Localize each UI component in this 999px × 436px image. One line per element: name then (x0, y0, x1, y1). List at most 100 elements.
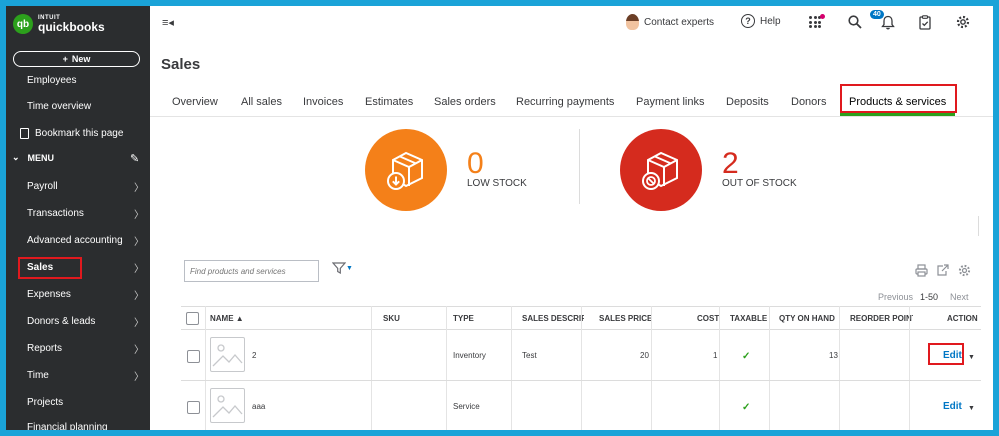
bookmark-icon (20, 127, 29, 139)
product-type: Service (453, 402, 480, 411)
action-dropdown-caret[interactable]: ▼ (968, 354, 975, 361)
column-header-reorder-point[interactable]: REORDER POINT (850, 307, 913, 330)
plus-icon: + (62, 54, 68, 64)
column-header-cost[interactable]: COST (697, 307, 719, 330)
action-dropdown-caret[interactable]: ▼ (968, 405, 975, 412)
tab-all-sales[interactable]: All sales (241, 96, 282, 108)
product-image-placeholder-icon (210, 337, 245, 372)
stock-divider (579, 129, 580, 204)
edit-link[interactable]: Edit (943, 401, 962, 412)
tab-payment-links[interactable]: Payment links (636, 96, 704, 108)
row-checkbox[interactable] (187, 401, 200, 414)
help-icon: ? (741, 14, 755, 28)
row-checkbox[interactable] (187, 350, 200, 363)
qb-logo-icon: qb (13, 14, 33, 34)
out-of-stock-label: OUT OF STOCK (722, 178, 797, 189)
gear-icon[interactable] (956, 15, 970, 32)
tab-invoices[interactable]: Invoices (303, 96, 343, 108)
tab-overview[interactable]: Overview (172, 96, 218, 108)
product-cost: 1 (713, 351, 718, 360)
sidebar-item-projects[interactable]: Projects (27, 393, 63, 411)
print-icon[interactable] (915, 264, 928, 280)
collapse-menu-icon[interactable]: ≡◂ (162, 16, 174, 29)
table-row[interactable]: 2 Inventory Test 20 1 ✓ 13 Edit ▼ (181, 330, 981, 381)
sidebar-item-bookmark[interactable]: Bookmark this page (20, 124, 123, 142)
tab-recurring-payments[interactable]: Recurring payments (516, 96, 614, 108)
sidebar-item-financial-planning[interactable]: Financial planning (27, 418, 108, 431)
sidebar-item-advanced-accounting[interactable]: Advanced accounting (27, 231, 123, 249)
column-header-sales-description[interactable]: SALES DESCRIPTION (522, 307, 584, 330)
low-stock-label: LOW STOCK (467, 178, 527, 189)
active-tab-indicator (840, 113, 955, 116)
sidebar-item-expenses[interactable]: Expenses (27, 285, 71, 303)
sidebar-item-time[interactable]: Time (27, 366, 49, 384)
column-header-sku[interactable]: SKU (383, 307, 400, 330)
box-blocked-icon (642, 151, 678, 190)
pager-previous[interactable]: Previous (878, 292, 913, 302)
column-header-qty-on-hand[interactable]: QTY ON HAND (779, 307, 835, 330)
out-of-stock-button[interactable] (620, 129, 702, 211)
chevron-down-icon: ⌄ (12, 152, 20, 162)
low-stock-count: 0 (467, 147, 484, 180)
sidebar-item-transactions[interactable]: Transactions (27, 204, 84, 222)
apps-notification-dot (820, 14, 825, 19)
contact-experts-button[interactable]: Contact experts (626, 14, 714, 30)
tab-sales-orders[interactable]: Sales orders (434, 96, 496, 108)
new-button[interactable]: + New (13, 51, 140, 67)
sidebar-item-donors-leads[interactable]: Donors & leads (27, 312, 95, 330)
table-row[interactable]: aaa Service ✓ Edit ▼ (181, 381, 981, 430)
sidebar-item-time-overview[interactable]: Time overview (27, 97, 91, 115)
chevron-right-icon: 〉 (134, 291, 144, 302)
column-header-name[interactable]: NAME ▲ (210, 307, 244, 330)
menu-header[interactable]: ⌄ MENU (12, 152, 54, 163)
low-stock-button[interactable] (365, 129, 447, 211)
chevron-right-icon: 〉 (134, 237, 144, 248)
product-name[interactable]: 2 (252, 351, 256, 360)
product-sales-price: 20 (640, 351, 649, 360)
column-header-action: ACTION (947, 314, 978, 323)
edit-highlight-box (928, 343, 964, 365)
page-title: Sales (161, 56, 201, 73)
new-button-label: New (71, 54, 91, 64)
sidebar-item-payroll[interactable]: Payroll (27, 177, 58, 195)
column-header-taxable[interactable]: TAXABLE (730, 307, 767, 330)
product-image-placeholder-icon (210, 388, 245, 423)
product-type: Inventory (453, 351, 486, 360)
tab-estimates[interactable]: Estimates (365, 96, 413, 108)
export-icon[interactable] (936, 264, 949, 280)
chevron-right-icon: 〉 (134, 345, 144, 356)
pager-next[interactable]: Next (950, 292, 969, 302)
quickbooks-wordmark: quickbooks (38, 20, 105, 34)
help-button[interactable]: ? Help (741, 14, 781, 28)
box-down-icon (387, 151, 423, 190)
search-icon[interactable] (848, 15, 862, 32)
tabs-divider (150, 116, 993, 117)
column-header-sales-price[interactable]: SALES PRICE (599, 307, 652, 330)
pencil-icon[interactable]: ✎ (130, 152, 139, 165)
column-header-type[interactable]: TYPE (453, 307, 474, 330)
filter-dropdown-caret[interactable]: ▼ (346, 265, 353, 272)
tab-donors[interactable]: Donors (791, 96, 826, 108)
products-services-highlight-box (840, 84, 957, 113)
bell-icon[interactable] (881, 15, 895, 33)
product-qty-on-hand: 13 (829, 351, 838, 360)
quickbooks-logo[interactable]: qb INTUIT quickbooks (13, 14, 105, 34)
select-all-checkbox[interactable] (186, 312, 199, 325)
sidebar-item-reports[interactable]: Reports (27, 339, 62, 357)
filter-icon[interactable] (331, 262, 347, 277)
apps-grid-icon[interactable] (809, 16, 821, 28)
app-window: qb INTUIT quickbooks + New Employees Tim… (6, 6, 993, 430)
clipboard-check-icon[interactable] (919, 15, 931, 33)
sidebar: qb INTUIT quickbooks + New Employees Tim… (6, 6, 150, 430)
tab-deposits[interactable]: Deposits (726, 96, 769, 108)
search-input[interactable] (184, 260, 319, 282)
table-settings-gear-icon[interactable] (958, 264, 971, 280)
chevron-right-icon: 〉 (134, 318, 144, 329)
chevron-right-icon: 〉 (134, 210, 144, 221)
top-bar: ≡◂ Contact experts ? Help 40 (150, 6, 993, 40)
sidebar-item-employees[interactable]: Employees (27, 71, 76, 89)
product-name[interactable]: aaa (252, 402, 265, 411)
chevron-right-icon: 〉 (134, 183, 144, 194)
notification-count-badge: 40 (870, 10, 884, 19)
chevron-right-icon: 〉 (134, 264, 144, 275)
